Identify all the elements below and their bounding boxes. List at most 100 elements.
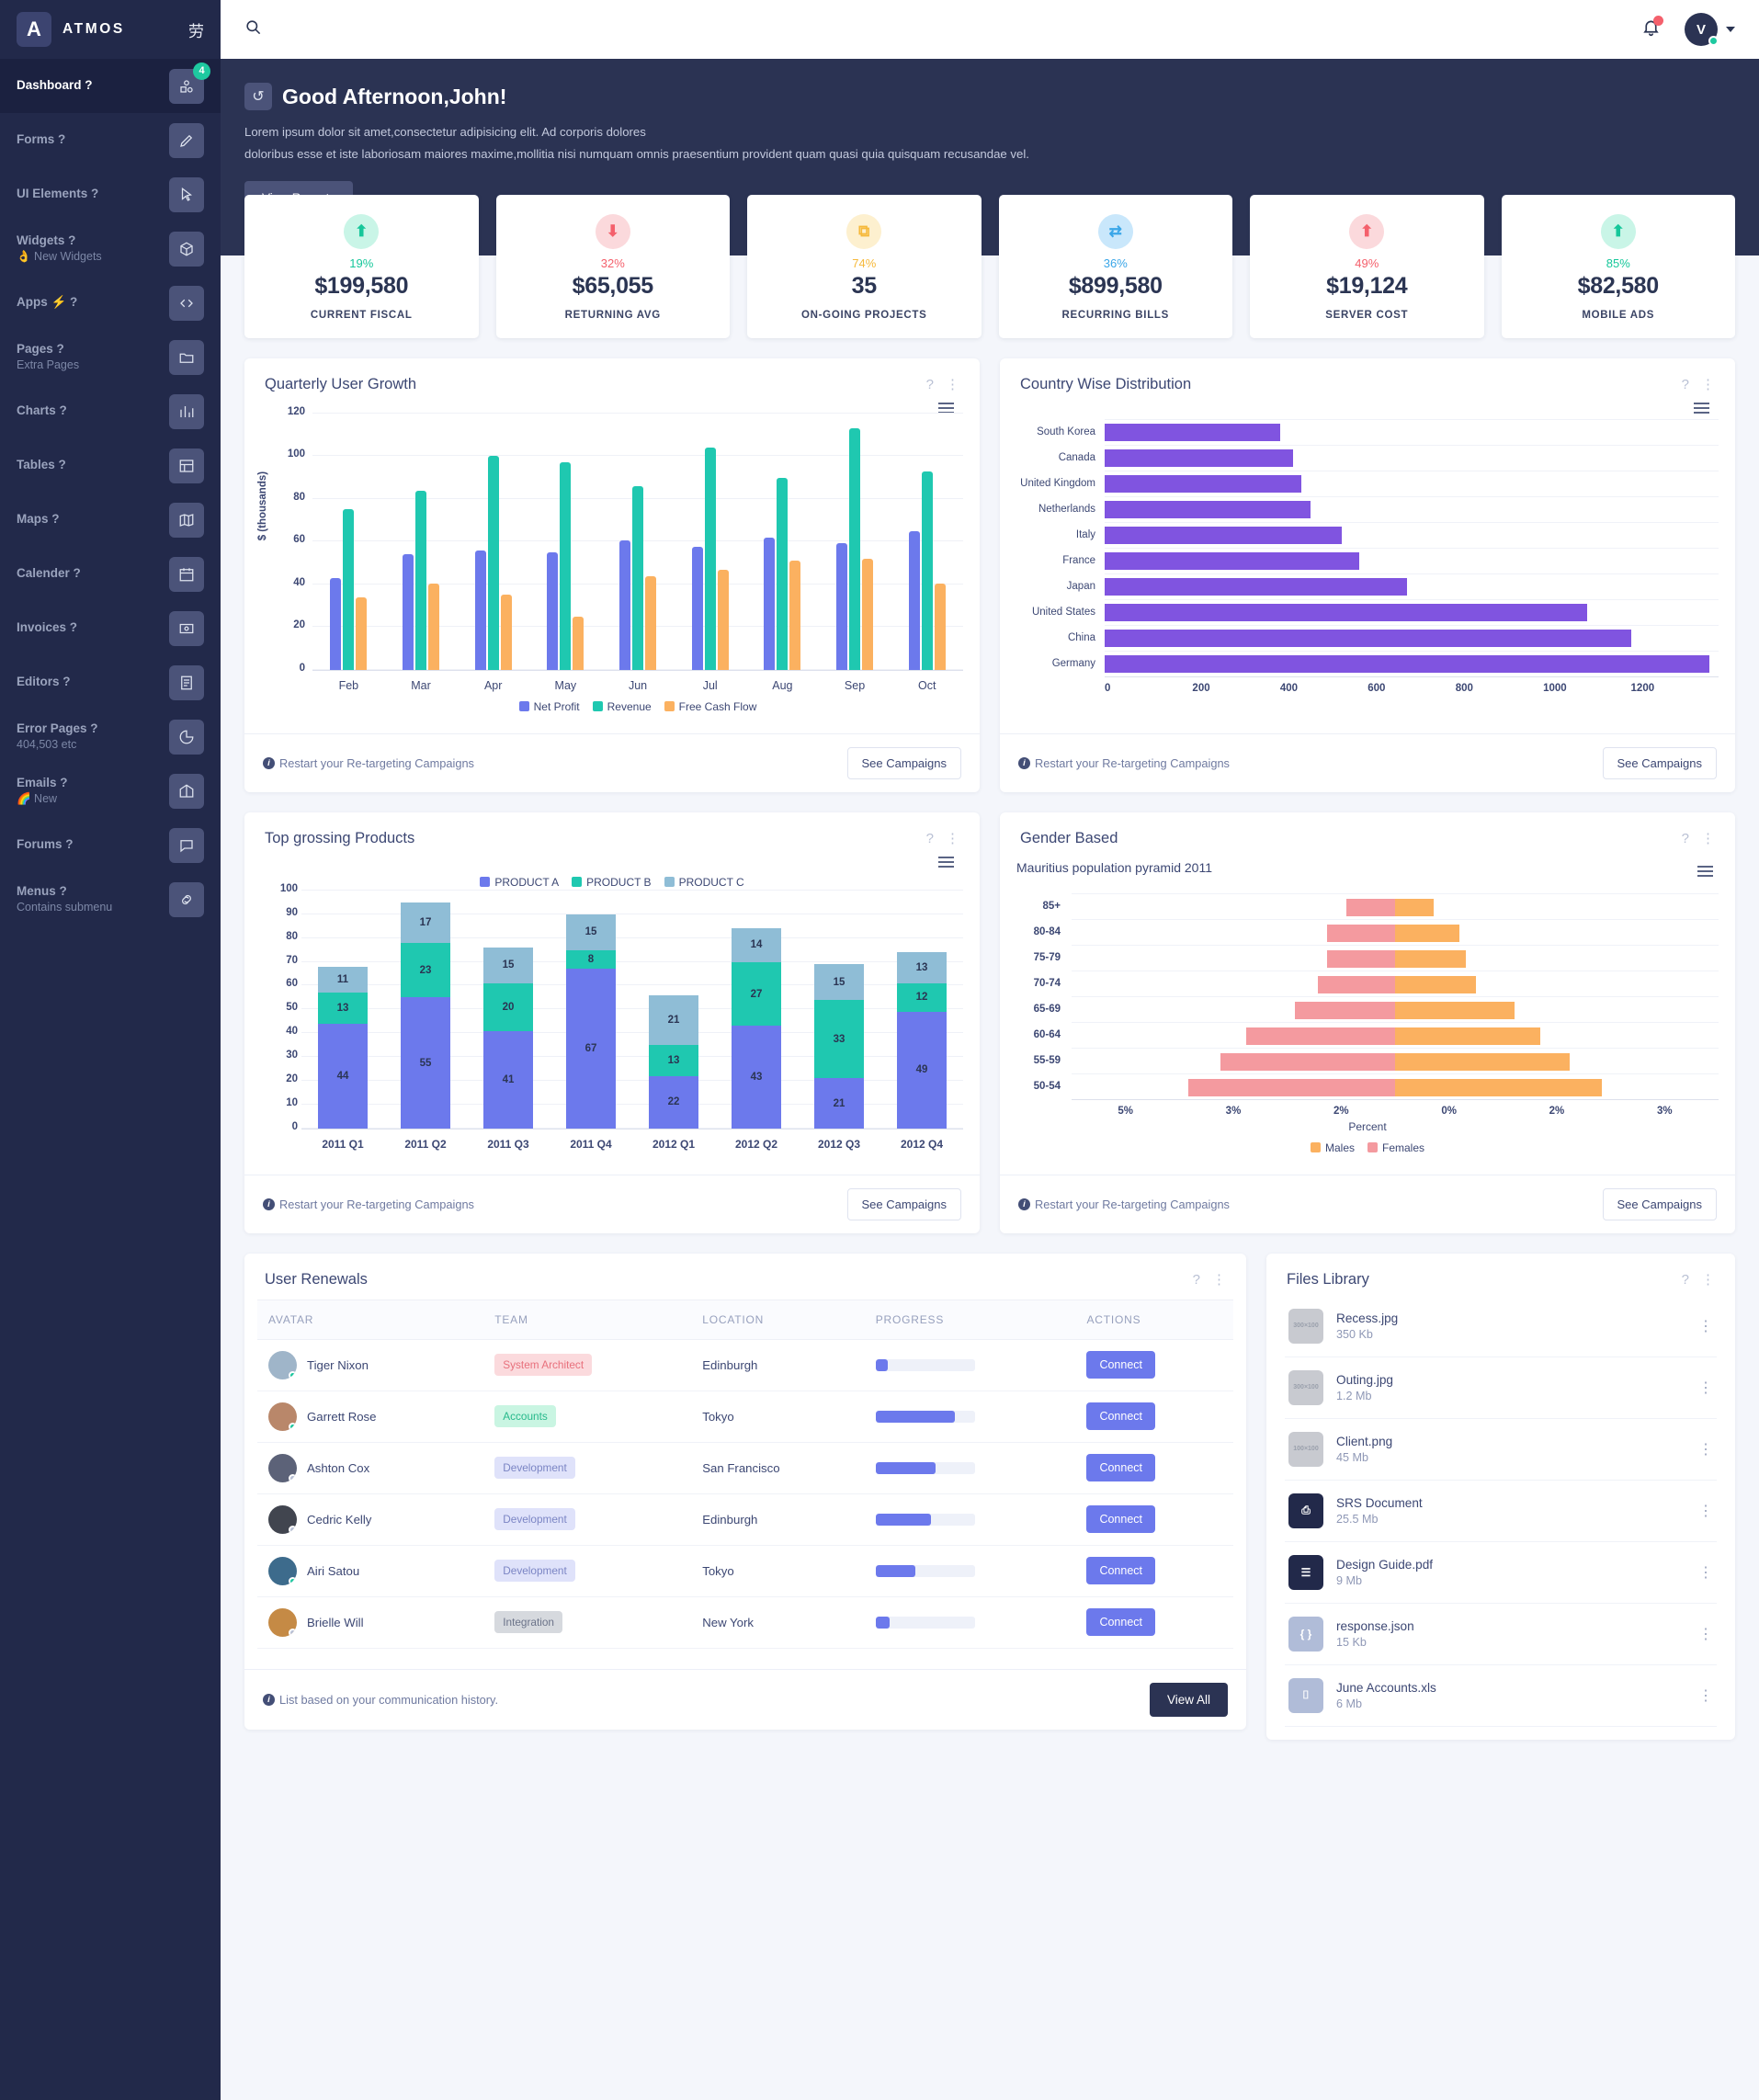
stat-card[interactable]: ⬆ 19% $199,580 CURRENT FISCAL	[244, 194, 479, 338]
see-campaigns-button[interactable]: See Campaigns	[846, 746, 961, 779]
kebab-menu-icon[interactable]: ⋮	[1701, 376, 1715, 392]
kebab-menu-icon[interactable]: ⋮	[1212, 1271, 1226, 1288]
help-icon[interactable]: ?	[926, 831, 934, 846]
bar[interactable]	[343, 509, 355, 670]
sidebar-item-widgets[interactable]: Widgets ? 👌 New Widgets	[0, 221, 221, 276]
stat-card[interactable]: ⇄ 36% $899,580 RECURRING BILLS	[998, 194, 1232, 338]
bar[interactable]	[428, 583, 439, 670]
connect-button[interactable]: Connect	[1086, 1557, 1155, 1585]
stack-segment[interactable]: 21	[814, 1078, 864, 1129]
sidebar-item-menus[interactable]: Menus ? Contains submenu	[0, 872, 221, 926]
invoice-icon[interactable]	[169, 610, 204, 646]
bar[interactable]	[789, 561, 801, 670]
help-icon[interactable]: ?	[926, 377, 934, 392]
kebab-menu-icon[interactable]: ⋮	[1701, 1271, 1715, 1288]
connect-button[interactable]: Connect	[1086, 1608, 1155, 1637]
list-item[interactable]: ⎙ SRS Document 25.5 Mb ⋮	[1285, 1481, 1717, 1542]
sidebar-item-charts[interactable]: Charts ?	[0, 384, 221, 438]
pyramid-females-bar[interactable]	[1220, 1052, 1395, 1071]
export-menu-icon[interactable]	[938, 851, 959, 868]
sidebar-item-maps[interactable]: Maps ?	[0, 493, 221, 547]
pyramid-males-bar[interactable]	[1395, 1078, 1603, 1096]
sidebar-item-pages[interactable]: Pages ? Extra Pages	[0, 330, 221, 384]
pyramid-males-bar[interactable]	[1395, 1027, 1541, 1045]
connect-button[interactable]: Connect	[1086, 1351, 1155, 1379]
pyramid-males-bar[interactable]	[1395, 924, 1460, 942]
see-campaigns-button[interactable]: See Campaigns	[846, 1187, 961, 1220]
folder-icon[interactable]	[169, 339, 204, 375]
bar[interactable]	[474, 550, 486, 670]
kebab-menu-icon[interactable]: ⋮	[1698, 1502, 1713, 1520]
pencil-icon[interactable]	[169, 122, 204, 158]
table-row[interactable]: Garrett Rose Accounts Tokyo Connect	[257, 1391, 1233, 1443]
stack-segment[interactable]: 20	[483, 982, 533, 1031]
bar[interactable]	[862, 558, 874, 670]
pyramid-females-bar[interactable]	[1294, 1001, 1395, 1019]
pyramid-females-bar[interactable]	[1327, 924, 1395, 942]
kebab-menu-icon[interactable]: ⋮	[1698, 1686, 1713, 1705]
menu-toggle-icon[interactable]: 劳	[188, 18, 204, 41]
table-row[interactable]: Airi Satou Development Tokyo Connect	[257, 1545, 1233, 1597]
connect-button[interactable]: Connect	[1086, 1402, 1155, 1431]
stack-segment[interactable]: 67	[566, 969, 616, 1129]
stack-segment[interactable]: 14	[732, 928, 781, 962]
bar[interactable]	[500, 595, 512, 670]
stack-segment[interactable]: 15	[814, 964, 864, 1001]
hbar-fill[interactable]	[1105, 474, 1301, 493]
bar[interactable]	[330, 577, 342, 670]
sidebar-item-error-pages[interactable]: Error Pages ? 404,503 etc	[0, 709, 221, 764]
cursor-icon[interactable]	[169, 176, 204, 212]
stack-segment[interactable]: 33	[814, 1000, 864, 1079]
list-item[interactable]: 300×100 Recess.jpg 350 Kb ⋮	[1285, 1296, 1717, 1357]
avatar[interactable]: V	[1685, 13, 1719, 46]
document-icon[interactable]	[169, 664, 204, 700]
chevron-down-icon[interactable]	[1726, 27, 1735, 32]
export-menu-icon[interactable]	[938, 397, 959, 414]
pie-slice-icon[interactable]	[169, 719, 204, 755]
stack-segment[interactable]: 43	[732, 1026, 781, 1129]
stat-card[interactable]: ⬆ 49% $19,124 SERVER COST	[1250, 194, 1484, 338]
legend-item[interactable]: Net Profit	[518, 700, 580, 713]
legend-item[interactable]: PRODUCT C	[664, 876, 744, 889]
stack-segment[interactable]: 15	[483, 948, 533, 983]
bar[interactable]	[619, 540, 631, 670]
sidebar-item-ui-elements[interactable]: UI Elements ?	[0, 167, 221, 221]
list-item[interactable]: 300×100 Outing.jpg 1.2 Mb ⋮	[1285, 1357, 1717, 1419]
stack-segment[interactable]: 21	[649, 994, 698, 1046]
help-icon[interactable]: ?	[1682, 377, 1689, 392]
bar[interactable]	[764, 537, 776, 670]
stack-segment[interactable]: 13	[649, 1045, 698, 1076]
calendar-icon[interactable]	[169, 556, 204, 592]
bar[interactable]	[691, 547, 703, 670]
user-menu[interactable]: V	[1685, 13, 1735, 46]
connect-button[interactable]: Connect	[1086, 1505, 1155, 1534]
pyramid-males-bar[interactable]	[1395, 1052, 1571, 1071]
shapes-icon[interactable]: 4	[169, 62, 210, 104]
connect-button[interactable]: Connect	[1086, 1454, 1155, 1482]
help-icon[interactable]: ?	[1193, 1272, 1200, 1288]
kebab-menu-icon[interactable]: ⋮	[1698, 1379, 1713, 1397]
hbar-fill[interactable]	[1105, 500, 1311, 518]
stack-segment[interactable]: 41	[483, 1030, 533, 1129]
list-item[interactable]: 100×100 Client.png 45 Mb ⋮	[1285, 1419, 1717, 1481]
pyramid-females-bar[interactable]	[1246, 1027, 1395, 1045]
pyramid-females-bar[interactable]	[1346, 898, 1395, 916]
box-icon[interactable]	[169, 231, 204, 267]
search-input[interactable]	[271, 22, 547, 37]
legend-item[interactable]: Males	[1310, 1141, 1355, 1154]
bar[interactable]	[547, 551, 559, 670]
kebab-menu-icon[interactable]: ⋮	[1698, 1317, 1713, 1335]
sidebar-item-emails[interactable]: Emails ? 🌈 New	[0, 764, 221, 818]
stack-segment[interactable]: 49	[897, 1011, 947, 1129]
pyramid-males-bar[interactable]	[1395, 1001, 1515, 1019]
stat-card[interactable]: ⬇ 32% $65,055 RETURNING AVG	[495, 194, 730, 338]
link-icon[interactable]	[169, 881, 204, 917]
bar[interactable]	[573, 616, 584, 670]
stack-segment[interactable]: 13	[897, 952, 947, 983]
pyramid-females-bar[interactable]	[1327, 949, 1395, 968]
kebab-menu-icon[interactable]: ⋮	[946, 376, 959, 392]
list-item[interactable]: { } response.json 15 Kb ⋮	[1285, 1604, 1717, 1665]
legend-item[interactable]: PRODUCT A	[480, 876, 559, 889]
stack-segment[interactable]: 17	[401, 902, 450, 943]
bar[interactable]	[849, 428, 861, 670]
